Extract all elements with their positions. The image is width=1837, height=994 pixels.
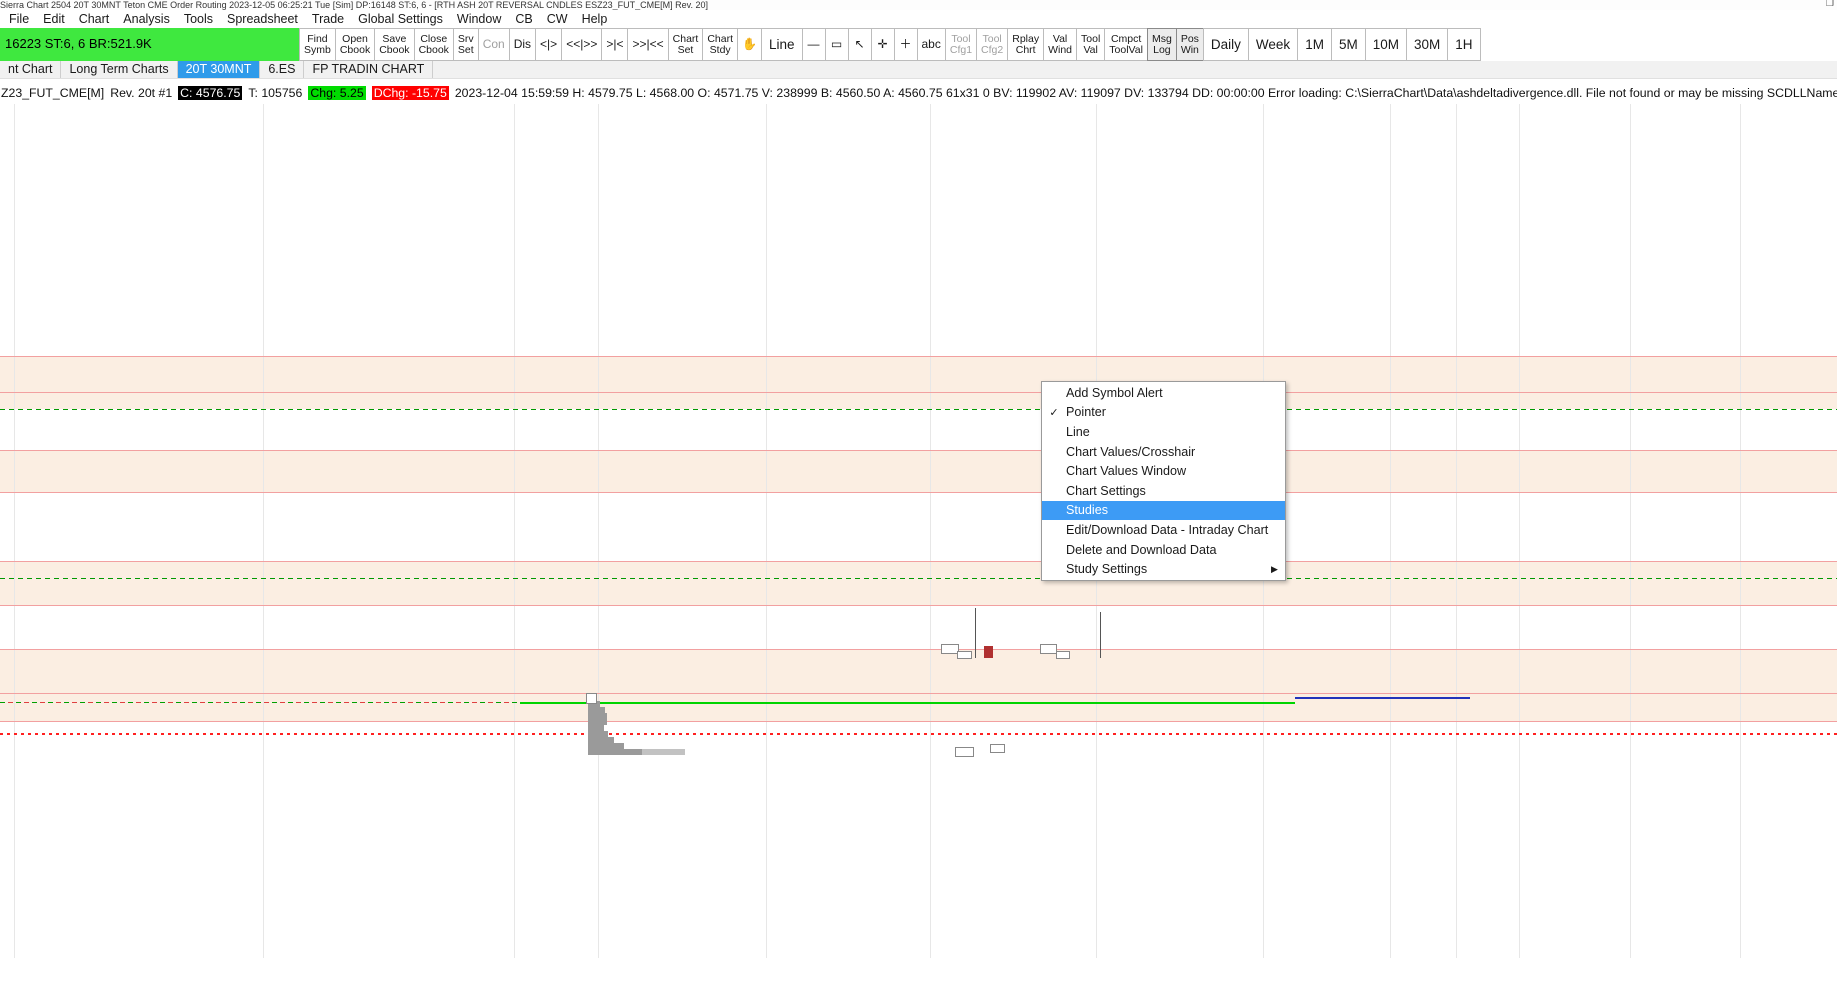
context-menu-item-chart-values-window[interactable]: Chart Values Window	[1042, 461, 1285, 481]
price-level-line	[0, 561, 1837, 562]
price-band	[0, 451, 1837, 492]
gridline	[598, 104, 599, 958]
gridline	[1740, 104, 1741, 958]
hollow-candle	[1056, 651, 1070, 659]
context-menu-item-label: Studies	[1066, 503, 1109, 518]
candle-wick-line	[1100, 612, 1101, 658]
hollow-candle	[990, 744, 1005, 753]
price-band	[0, 393, 1837, 409]
pivot-dashed-line	[0, 409, 1837, 410]
price-level-line	[0, 693, 1837, 694]
price-level-line	[0, 492, 1837, 493]
resistance-dotted-line	[0, 733, 1837, 735]
context-menu-item-chart-settings[interactable]: Chart Settings	[1042, 481, 1285, 501]
context-menu-item-edit-download-data-intraday-chart[interactable]: Edit/Download Data - Intraday Chart	[1042, 520, 1285, 540]
context-menu-item-study-settings[interactable]: Study Settings ▶	[1042, 559, 1285, 579]
profile-top-candle	[586, 693, 597, 704]
price-level-line	[0, 721, 1837, 722]
context-menu-item-label: Pointer	[1066, 405, 1106, 420]
price-level-line	[0, 392, 1837, 393]
context-menu-item-line[interactable]: Line	[1042, 422, 1285, 442]
hollow-candle	[1040, 644, 1057, 654]
submenu-arrow-icon: ▶	[1271, 563, 1278, 574]
price-level-line	[0, 649, 1837, 650]
gridline	[14, 104, 15, 958]
pivot-dashed-line	[0, 578, 1837, 579]
context-menu: Add Symbol Alert ✓ Pointer Line Chart Values…	[1041, 381, 1286, 581]
context-menu-item-chart-values-crosshair[interactable]: Chart Values/Crosshair	[1042, 442, 1285, 462]
context-menu-item-pointer[interactable]: ✓ Pointer	[1042, 403, 1285, 423]
price-band	[0, 562, 1837, 605]
high-green-line	[520, 702, 1295, 704]
context-menu-item-label: Chart Settings	[1066, 483, 1146, 498]
gridline	[514, 104, 515, 958]
gridline	[930, 104, 931, 958]
context-menu-item-label: Chart Values/Crosshair	[1066, 444, 1196, 459]
price-level-line	[0, 605, 1837, 606]
gridline	[766, 104, 767, 958]
mixed-dashed-line	[0, 702, 520, 703]
sierra-chart-window: Sierra Chart 2504 20T 30MNT Teton CME Or…	[0, 0, 1837, 994]
week-high-blue-line	[1295, 697, 1470, 699]
price-band	[0, 650, 1837, 721]
price-band	[0, 357, 1837, 392]
volume-profile-row	[588, 749, 642, 755]
gridline	[1456, 104, 1457, 958]
context-menu-item-label: Line	[1066, 424, 1090, 439]
context-menu-item-studies[interactable]: Studies	[1042, 500, 1285, 521]
gridline	[1630, 104, 1631, 958]
check-icon: ✓	[1049, 406, 1059, 419]
gridline	[263, 104, 264, 958]
red-candle	[984, 646, 993, 658]
context-menu-item-label: Edit/Download Data - Intraday Chart	[1066, 522, 1269, 537]
price-level-line	[0, 450, 1837, 451]
context-menu-item-label: Chart Values Window	[1066, 464, 1187, 479]
context-menu-item-label: Study Settings	[1066, 562, 1148, 577]
context-menu-item-delete-and-download-data[interactable]: Delete and Download Data	[1042, 540, 1285, 560]
context-menu-item-label: Add Symbol Alert	[1066, 385, 1163, 400]
chart-area[interactable]	[0, 0, 1837, 994]
gridline	[1390, 104, 1391, 958]
context-menu-item-add-symbol-alert[interactable]: Add Symbol Alert	[1042, 383, 1285, 403]
hollow-candle	[957, 651, 972, 659]
candle-wick-line	[975, 608, 976, 658]
hollow-candle	[955, 747, 974, 757]
gridline	[1519, 104, 1520, 958]
price-level-line	[0, 356, 1837, 357]
context-menu-item-label: Delete and Download Data	[1066, 542, 1217, 557]
